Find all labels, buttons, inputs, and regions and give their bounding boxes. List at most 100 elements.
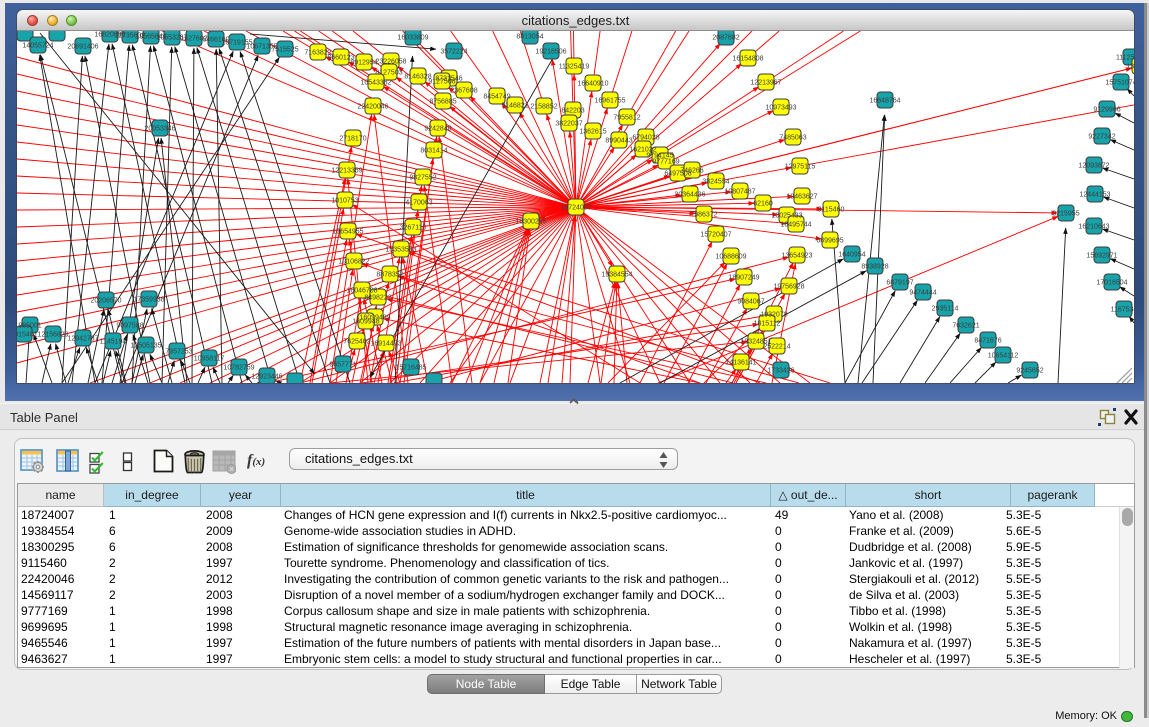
svg-text:12505135: 12505135 [130, 343, 161, 350]
svg-text:1640954: 1640954 [838, 252, 865, 259]
svg-text:10025433: 10025433 [771, 213, 802, 220]
svg-text:8990443: 8990443 [605, 138, 632, 145]
svg-text:14136141: 14136141 [725, 360, 756, 367]
svg-text:8912954: 8912954 [350, 60, 377, 67]
svg-text:9242848: 9242848 [424, 126, 451, 133]
svg-text:10688609: 10688609 [715, 254, 746, 261]
svg-text:10543382: 10543382 [360, 80, 391, 87]
svg-text:12093872: 12093872 [1078, 163, 1109, 170]
svg-text:16914473: 16914473 [370, 341, 401, 348]
svg-text:18907249: 18907249 [728, 275, 759, 282]
svg-text:15353593: 15353593 [385, 247, 416, 254]
svg-text:1932078: 1932078 [760, 312, 787, 319]
svg-text:16640910: 16640910 [577, 81, 608, 88]
svg-text:18724007: 18724007 [560, 205, 591, 212]
svg-text:1815112: 1815112 [754, 321, 781, 328]
svg-text:746266: 746266 [680, 168, 703, 175]
svg-text:8756885: 8756885 [429, 99, 456, 106]
svg-text:8878352: 8878352 [376, 272, 403, 279]
svg-text:11125419: 11125419 [1116, 55, 1134, 62]
svg-text:10807487: 10807487 [724, 189, 755, 196]
svg-text:1010753: 1010753 [331, 198, 358, 205]
svg-text:9097588: 9097588 [116, 323, 143, 330]
svg-text:16033809: 16033809 [397, 35, 428, 42]
svg-text:8471676: 8471676 [974, 338, 1001, 345]
svg-text:2718170: 2718170 [339, 136, 366, 143]
svg-text:19463627: 19463627 [786, 194, 817, 201]
svg-text:3915401: 3915401 [17, 332, 38, 339]
svg-text:20364436: 20364436 [674, 192, 705, 199]
svg-text:12942737: 12942737 [67, 336, 98, 343]
svg-text:9115460: 9115460 [818, 207, 845, 214]
svg-text:6899695: 6899695 [816, 238, 843, 245]
svg-text:22420046: 22420046 [357, 104, 388, 111]
svg-text:12213369: 12213369 [331, 168, 362, 175]
svg-text:19384554: 19384554 [601, 272, 632, 279]
svg-text:1362615: 1362615 [579, 129, 606, 136]
svg-text:12923446: 12923446 [251, 374, 282, 381]
svg-text:16961755: 16961755 [594, 98, 625, 105]
svg-text:10973493: 10973493 [765, 105, 796, 112]
svg-text:7485063: 7485063 [779, 135, 806, 142]
svg-text:10654112: 10654112 [988, 353, 1019, 360]
svg-text:9657771: 9657771 [329, 362, 356, 369]
svg-text:19756928: 19756928 [773, 284, 804, 291]
svg-text:3267110: 3267110 [400, 225, 427, 232]
svg-text:23226058: 23226058 [375, 59, 406, 66]
svg-text:3824554: 3824554 [702, 179, 729, 186]
svg-text:1145194: 1145194 [100, 339, 127, 346]
svg-text:9227342: 9227342 [1088, 134, 1115, 141]
svg-text:7515525: 7515525 [271, 47, 298, 54]
svg-text:15716485: 15716485 [395, 365, 426, 372]
svg-text:16046708: 16046708 [346, 288, 377, 295]
svg-text:15692971: 15692971 [1086, 253, 1117, 260]
svg-text:1167538: 1167538 [1111, 307, 1134, 314]
svg-text:16154808: 16154808 [732, 56, 763, 63]
svg-text:8498222: 8498222 [364, 295, 391, 302]
svg-text:12444153: 12444153 [1079, 192, 1110, 199]
svg-text:12213967: 12213967 [750, 80, 781, 87]
svg-text:2158852: 2158852 [530, 104, 557, 111]
svg-text:10958117: 10958117 [194, 356, 225, 363]
svg-text:8127503: 8127503 [375, 70, 402, 77]
svg-text:15751074: 15751074 [1105, 80, 1134, 87]
svg-text:2367608: 2367608 [450, 88, 477, 95]
svg-text:7955812: 7955812 [613, 115, 640, 122]
svg-text:19218506: 19218506 [535, 49, 566, 56]
svg-text:2522214: 2522214 [763, 344, 790, 351]
svg-text:17016504: 17016504 [1096, 280, 1127, 287]
svg-text:14055724: 14055724 [22, 43, 53, 50]
svg-text:9777169: 9777169 [652, 159, 679, 166]
svg-text:7632621: 7632621 [952, 323, 979, 330]
svg-text:8938928: 8938928 [861, 264, 888, 271]
svg-text:1733426: 1733426 [767, 368, 794, 375]
svg-text:9127508: 9127508 [428, 79, 455, 86]
svg-text:8813054: 8813054 [516, 34, 543, 41]
svg-text:62160: 62160 [753, 201, 773, 208]
svg-text:3572224: 3572224 [440, 49, 467, 56]
svg-text:8031414: 8031414 [420, 148, 447, 155]
svg-text:12156829: 12156829 [37, 332, 68, 339]
svg-text:9129966: 9129966 [1093, 107, 1120, 114]
svg-text:1332514: 1332514 [1126, 64, 1134, 71]
svg-text:3822037: 3822037 [555, 121, 582, 128]
svg-text:12975115: 12975115 [785, 164, 816, 171]
svg-text:19106822: 19106822 [338, 259, 369, 266]
svg-text:17957253: 17957253 [161, 349, 192, 356]
svg-text:19654955: 19654955 [332, 229, 363, 236]
svg-text:842203: 842203 [561, 108, 584, 115]
svg-text:20206570: 20206570 [90, 298, 121, 305]
svg-text:6794028: 6794028 [632, 135, 659, 142]
svg-text:2087682: 2087682 [712, 35, 739, 42]
svg-text:9827552: 9827552 [409, 175, 436, 182]
svg-text:9245652: 9245652 [1016, 368, 1043, 375]
svg-text:15720407: 15720407 [700, 232, 731, 239]
svg-text:17359938: 17359938 [133, 297, 164, 304]
svg-text:16210643: 16210643 [1078, 224, 1109, 231]
svg-text:18300295: 18300295 [515, 219, 546, 226]
svg-text:9474444: 9474444 [909, 290, 936, 297]
svg-text:18495744: 18495744 [780, 222, 811, 229]
svg-text:7625402: 7625402 [343, 339, 370, 346]
svg-text:6879197: 6879197 [886, 280, 913, 287]
svg-text:8454749: 8454749 [483, 94, 510, 101]
